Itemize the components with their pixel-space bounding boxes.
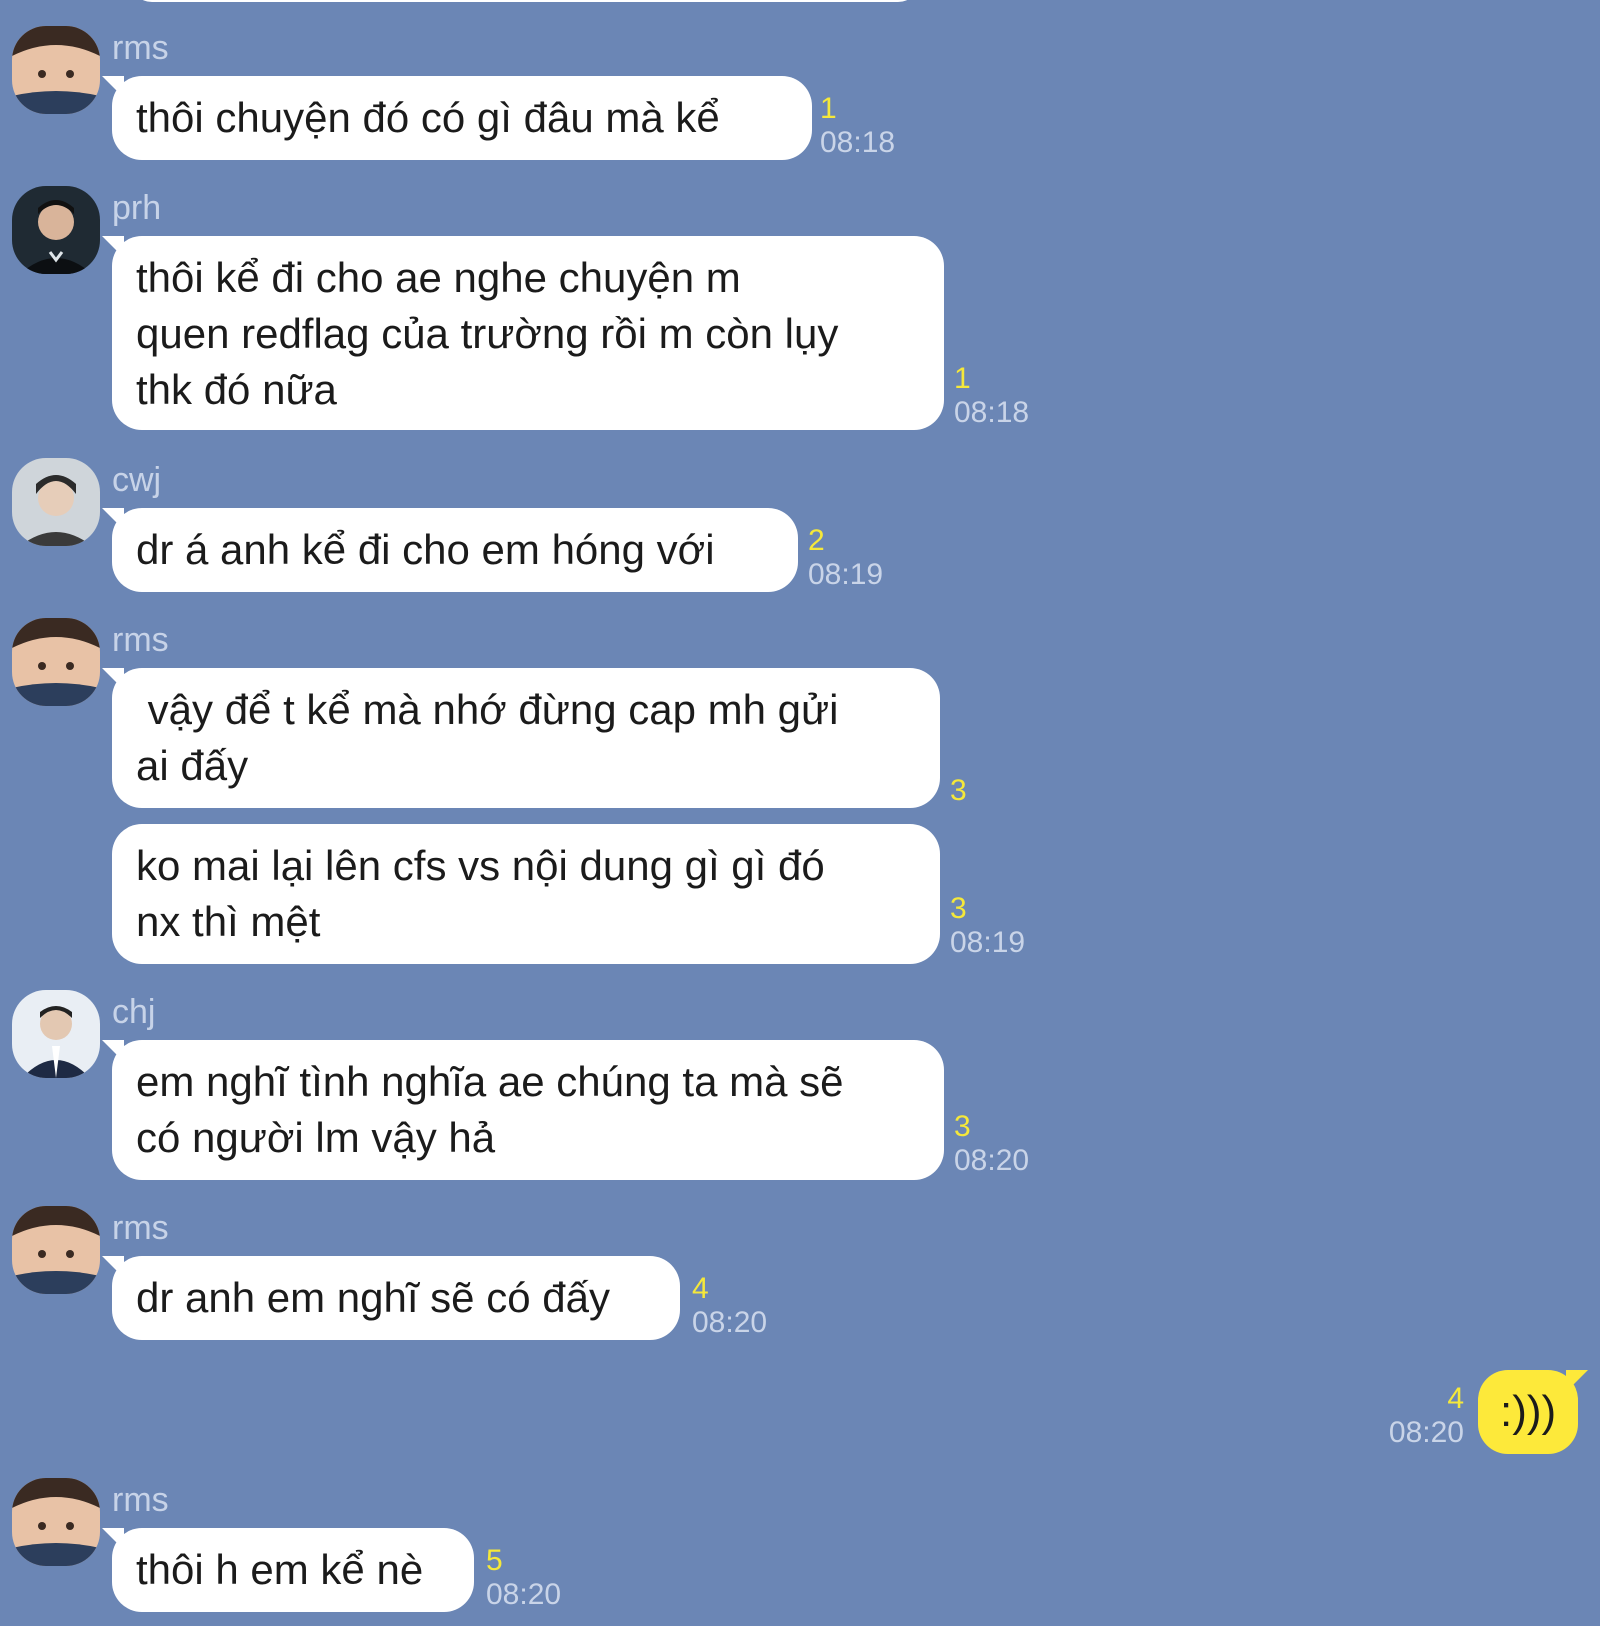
message-bubble[interactable]: vậy để t kể mà nhớ đừng cap mh gửi ai đấ… bbox=[102, 668, 940, 808]
message-time: 08:20 bbox=[1388, 1416, 1464, 1449]
message-time: 08:19 bbox=[950, 926, 1026, 959]
profile-avatar-icon[interactable] bbox=[12, 458, 100, 546]
profile-avatar-icon[interactable] bbox=[12, 1478, 100, 1566]
unread-count: 3 bbox=[950, 774, 967, 807]
message-time: 08:20 bbox=[692, 1306, 768, 1339]
profile-avatar-icon[interactable] bbox=[12, 990, 100, 1078]
message-time: 08:20 bbox=[486, 1578, 562, 1611]
message-time: 08:18 bbox=[954, 396, 1030, 429]
profile-avatar-icon[interactable] bbox=[12, 618, 100, 706]
message-bubble[interactable]: ko mai lại lên cfs vs nội dung gì gì đó … bbox=[112, 824, 940, 964]
message-bubble[interactable]: dr á anh kể đi cho em hóng với bbox=[102, 508, 798, 592]
unread-count: 1 bbox=[954, 362, 971, 395]
message-meta: 3 08:19 bbox=[950, 892, 1025, 960]
sender-name: rms bbox=[112, 1209, 169, 1247]
previous-message-bubble[interactable] bbox=[130, 0, 920, 2]
chat-room[interactable]: rms thôi chuyện đó có gì đâu mà kể 1 08:… bbox=[0, 0, 1600, 1626]
message-meta: 1 08:18 bbox=[820, 92, 895, 160]
unread-count: 5 bbox=[486, 1544, 503, 1577]
unread-count: 4 bbox=[692, 1272, 709, 1305]
sender-name: cwj bbox=[112, 461, 162, 499]
sender-name: prh bbox=[112, 189, 162, 227]
profile-avatar-icon[interactable] bbox=[12, 26, 100, 114]
unread-count: 1 bbox=[820, 92, 837, 125]
message-time: 08:20 bbox=[954, 1144, 1030, 1177]
sender-name: rms bbox=[112, 621, 169, 659]
message-time: 08:19 bbox=[808, 558, 884, 591]
sender-name: rms bbox=[112, 1481, 169, 1519]
message-bubble[interactable]: thôi kể đi cho ae nghe chuyện m quen red… bbox=[102, 236, 944, 430]
message-meta: 4 08:20 bbox=[692, 1272, 767, 1340]
profile-avatar-icon[interactable] bbox=[12, 186, 100, 274]
message-meta: 2 08:19 bbox=[808, 524, 883, 592]
message-meta: 5 08:20 bbox=[486, 1544, 561, 1612]
message-bubble[interactable]: thôi chuyện đó có gì đâu mà kể bbox=[102, 76, 812, 160]
message-meta: 3 bbox=[950, 774, 967, 808]
sender-name: rms bbox=[112, 29, 169, 67]
message-time: 08:18 bbox=[820, 126, 896, 159]
profile-avatar-icon[interactable] bbox=[12, 1206, 100, 1294]
my-message-meta: 4 08:20 bbox=[1380, 1382, 1464, 1450]
unread-count: 2 bbox=[808, 524, 825, 557]
unread-count: 3 bbox=[954, 1110, 971, 1143]
message-bubble[interactable]: dr anh em nghĩ sẽ có đấy bbox=[102, 1256, 680, 1340]
my-message-bubble[interactable]: :))) bbox=[1478, 1370, 1589, 1454]
unread-count: 4 bbox=[1447, 1382, 1464, 1415]
unread-count: 3 bbox=[950, 892, 967, 925]
message-meta: 1 08:18 bbox=[954, 362, 1029, 430]
sender-name: chj bbox=[112, 993, 156, 1031]
message-meta: 3 08:20 bbox=[954, 1110, 1029, 1178]
message-bubble[interactable]: em nghĩ tình nghĩa ae chúng ta mà sẽ có … bbox=[102, 1040, 944, 1180]
message-bubble[interactable]: thôi h em kể nè bbox=[102, 1528, 474, 1612]
